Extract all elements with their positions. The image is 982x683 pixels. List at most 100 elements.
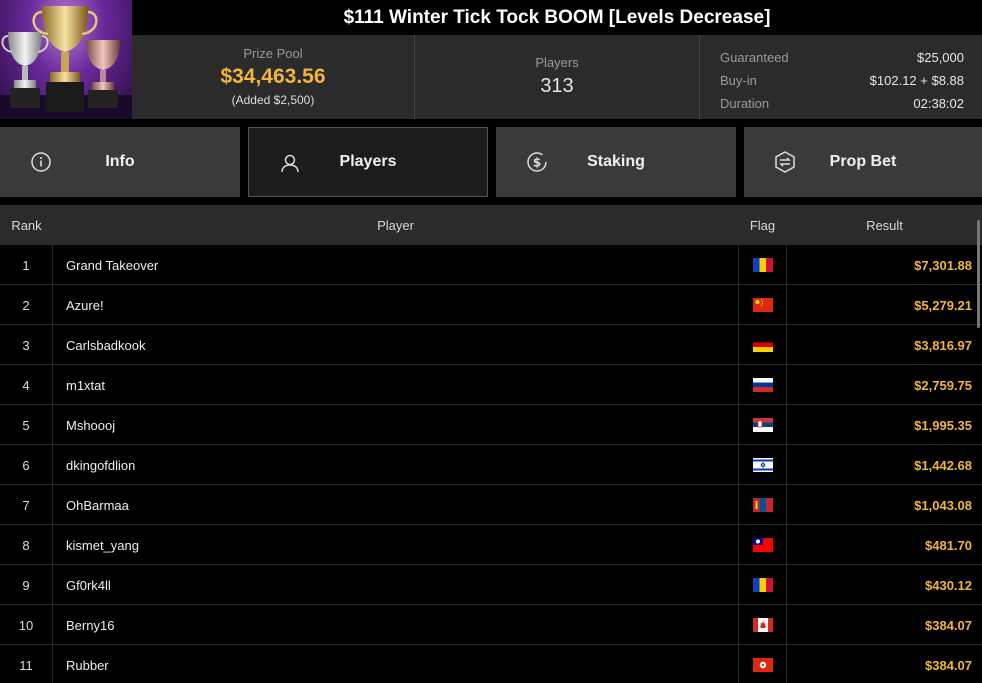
flag-cell (738, 285, 787, 325)
tab-bar: Info Players $ Staking Prop Bet (0, 127, 982, 197)
players-table-header: Rank Player Flag Result (0, 205, 982, 245)
tab-info[interactable]: Info (0, 127, 240, 197)
result-cell: $384.07 (925, 617, 972, 633)
result-cell: $430.12 (925, 577, 972, 593)
flag-taiwan-icon (752, 538, 773, 552)
table-row[interactable]: 4 m1xtat $2,759.75 (0, 365, 982, 405)
table-row[interactable]: 2 Azure! $5,279.21 (0, 285, 982, 325)
rank-cell: 5 (0, 405, 53, 445)
table-row[interactable]: 7 OhBarmaa $1,043.08 (0, 485, 982, 525)
flag-cell (738, 525, 787, 565)
guaranteed-value: $25,000 (917, 50, 964, 65)
flag-andorra-icon (752, 578, 773, 592)
table-row[interactable]: 5 Mshoooj $1,995.35 (0, 405, 982, 445)
player-name: Mshoooj (66, 417, 116, 433)
player-name: Berny16 (66, 617, 115, 633)
guaranteed-row: Guaranteed $25,000 (720, 46, 964, 69)
result-cell: $384.07 (925, 657, 972, 673)
flag-cell (738, 405, 787, 445)
flag-canada-icon (752, 618, 773, 632)
player-name: OhBarmaa (66, 497, 129, 513)
prize-pool-section: Prize Pool $34,463.56 (Added $2,500) (132, 35, 415, 119)
flag-germany-icon (752, 338, 773, 352)
players-count-value: 313 (540, 75, 574, 97)
rank-cell: 10 (0, 605, 53, 645)
tournament-summary: Prize Pool $34,463.56 (Added $2,500) Pla… (132, 35, 982, 119)
player-name: Azure! (66, 297, 104, 313)
rank-cell: 2 (0, 285, 53, 325)
prop-bet-icon (774, 151, 796, 173)
result-column-header[interactable]: Result (787, 205, 982, 245)
table-row[interactable]: 11 Rubber $384.07 (0, 645, 982, 683)
table-row[interactable]: 6 dkingofdlion $1,442.68 (0, 445, 982, 485)
flag-china-icon (752, 298, 773, 312)
flag-cell (738, 605, 787, 645)
players-table-body: 1 Grand Takeover $7,301.88 2 Azure! $5,2… (0, 245, 982, 683)
player-name: m1xtat (66, 377, 106, 393)
flag-russia-icon (752, 378, 773, 392)
flag-cell (738, 645, 787, 683)
duration-row: Duration 02:38:02 (720, 92, 964, 115)
rank-cell: 1 (0, 245, 53, 285)
table-row[interactable]: 3 Carlsbadkook $3,816.97 (0, 325, 982, 365)
duration-label: Duration (720, 96, 770, 111)
table-row[interactable]: 10 Berny16 $384.07 (0, 605, 982, 645)
prize-pool-value: $34,463.56 (220, 65, 326, 88)
player-name: Grand Takeover (66, 257, 159, 273)
table-row[interactable]: 9 Gf0rk4ll $430.12 (0, 565, 982, 605)
rank-column-header[interactable]: Rank (0, 205, 53, 245)
prize-pool-added: (Added $2,500) (231, 93, 315, 107)
flag-andorra-icon (752, 258, 773, 272)
flag-serbia-icon (752, 418, 773, 432)
player-column-header[interactable]: Player (53, 205, 738, 245)
guaranteed-label: Guaranteed (720, 50, 789, 65)
player-name: Rubber (66, 657, 109, 673)
prize-pool-label: Prize Pool (243, 46, 303, 61)
tab-players[interactable]: Players (248, 127, 488, 197)
buyin-label: Buy-in (720, 73, 757, 88)
rank-cell: 6 (0, 445, 53, 485)
svg-text:$: $ (533, 156, 541, 170)
flag-mongolia-icon (752, 498, 773, 512)
rank-cell: 11 (0, 645, 53, 683)
duration-value: 02:38:02 (913, 96, 964, 111)
tab-staking[interactable]: $ Staking (496, 127, 736, 197)
result-cell: $1,442.68 (914, 457, 972, 473)
rank-cell: 3 (0, 325, 53, 365)
flag-cell (738, 365, 787, 405)
buyin-row: Buy-in $102.12 + $8.88 (720, 69, 964, 92)
result-cell: $7,301.88 (914, 257, 972, 273)
player-name: dkingofdlion (66, 457, 136, 473)
rank-cell: 7 (0, 485, 53, 525)
result-cell: $2,759.75 (914, 377, 972, 393)
table-row[interactable]: 1 Grand Takeover $7,301.88 (0, 245, 982, 285)
result-cell: $3,816.97 (914, 337, 972, 353)
info-icon (30, 151, 52, 173)
rank-cell: 9 (0, 565, 53, 605)
player-name: Carlsbadkook (66, 337, 146, 353)
tournament-trophy-logo (0, 0, 132, 119)
flag-cell (738, 565, 787, 605)
player-name: kismet_yang (66, 537, 139, 553)
tournament-details: Guaranteed $25,000 Buy-in $102.12 + $8.8… (700, 35, 982, 119)
result-cell: $481.70 (925, 537, 972, 553)
flag-hong-kong-icon (752, 658, 773, 672)
rank-cell: 8 (0, 525, 53, 565)
tab-prop-bet[interactable]: Prop Bet (744, 127, 982, 197)
result-cell: $1,995.35 (914, 417, 972, 433)
players-count-label: Players (535, 55, 579, 70)
table-row[interactable]: 8 kismet_yang $481.70 (0, 525, 982, 565)
tournament-title: $111 Winter Tick Tock BOOM [Levels Decre… (132, 0, 982, 35)
flag-cell (738, 445, 787, 485)
player-name: Gf0rk4ll (66, 577, 111, 593)
flag-israel-icon (752, 458, 773, 472)
dollar-coin-icon: $ (526, 151, 548, 173)
result-cell: $1,043.08 (914, 497, 972, 513)
flag-cell (738, 485, 787, 525)
result-cell: $5,279.21 (914, 297, 972, 313)
rank-cell: 4 (0, 365, 53, 405)
user-icon (279, 152, 301, 174)
flag-column-header[interactable]: Flag (738, 205, 787, 245)
table-scrollbar[interactable] (977, 220, 980, 328)
flag-cell (738, 325, 787, 365)
